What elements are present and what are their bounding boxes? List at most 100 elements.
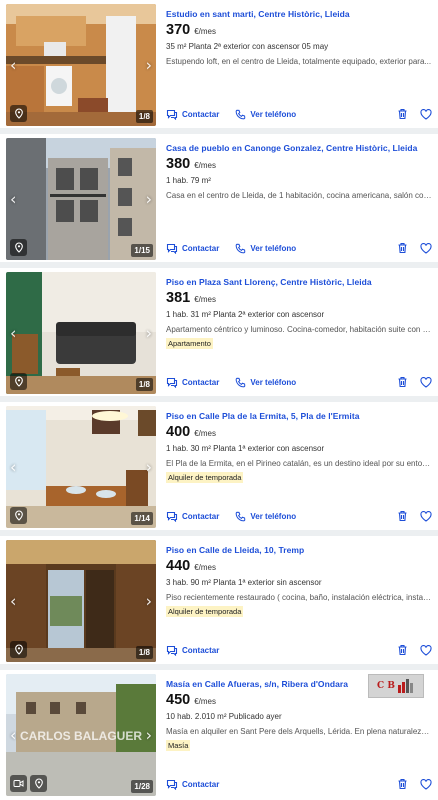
map-pin-icon[interactable]: [10, 641, 27, 658]
agency-logo[interactable]: C B: [368, 674, 424, 698]
trash-icon[interactable]: [397, 376, 408, 388]
video-icon[interactable]: [10, 775, 27, 792]
listing-card[interactable]: ‹ › 1/15 Casa de pueblo en Canonge Gonza…: [0, 134, 438, 262]
price-unit: €/mes: [194, 697, 216, 706]
chevron-right-icon[interactable]: ›: [146, 56, 152, 75]
contact-button[interactable]: Contactar: [166, 377, 219, 388]
listing-card[interactable]: CARLOS BALAGUER ‹ › 1/28 Masía en Calle …: [0, 670, 438, 800]
listing-feed: ‹ › 1/8 Estudio en sant marti, Centre Hi…: [0, 0, 438, 800]
listing-card[interactable]: ‹ › 1/8 Estudio en sant marti, Centre Hi…: [0, 0, 438, 128]
contact-button[interactable]: Contactar: [166, 109, 219, 120]
view-phone-button[interactable]: Ver teléfono: [235, 109, 296, 120]
trash-icon[interactable]: [397, 510, 408, 522]
heart-icon[interactable]: [420, 108, 432, 120]
contact-label: Contactar: [182, 511, 220, 521]
photo-counter: 1/28: [131, 780, 153, 793]
rental-type-tag: Alquiler de temporada: [166, 472, 244, 483]
heart-icon[interactable]: [420, 778, 432, 790]
listing-features: 35 m² Planta 2ª exterior con ascensor 05…: [166, 42, 329, 51]
phone-icon: [236, 109, 246, 119]
contact-button[interactable]: Contactar: [166, 645, 219, 656]
listing-photo[interactable]: ‹ › 1/8: [6, 540, 156, 662]
price-unit: €/mes: [194, 295, 216, 304]
map-pin-icon[interactable]: [10, 373, 27, 390]
contact-label: Contactar: [182, 377, 220, 387]
map-pin-icon[interactable]: [10, 507, 27, 524]
listing-title[interactable]: Casa de pueblo en Canonge Gonzalez, Cent…: [166, 143, 432, 153]
listing-features: 1 hab. 30 m² Planta 1ª exterior con asce…: [166, 444, 325, 453]
contact-button[interactable]: Contactar: [166, 511, 219, 522]
listing-card[interactable]: ‹ › 1/8 Piso en Calle de Lleida, 10, Tre…: [0, 536, 438, 664]
contact-label: Contactar: [182, 779, 220, 789]
view-phone-button[interactable]: Ver teléfono: [235, 511, 296, 522]
price-unit: €/mes: [194, 563, 216, 572]
phone-icon: [236, 511, 246, 521]
listing-description[interactable]: Estupendo loft, en el centro de Lleida, …: [166, 57, 432, 66]
chevron-left-icon[interactable]: ‹: [10, 458, 16, 477]
property-type-tag: Masía: [166, 740, 191, 751]
contact-label: Contactar: [182, 109, 220, 119]
listing-title[interactable]: Piso en Plaza Sant Llorenç, Centre Histò…: [166, 277, 432, 287]
map-pin-icon[interactable]: [10, 105, 27, 122]
trash-icon[interactable]: [397, 108, 408, 120]
listing-description[interactable]: Masía en alquiler en Sant Pere dels Arqu…: [166, 727, 432, 736]
price-unit: €/mes: [194, 161, 216, 170]
heart-icon[interactable]: [420, 376, 432, 388]
phone-label: Ver teléfono: [250, 109, 297, 119]
listing-card[interactable]: ‹ › 1/8 Piso en Plaza Sant Llorenç, Cent…: [0, 268, 438, 396]
listing-photo[interactable]: ‹ › 1/14: [6, 406, 156, 528]
heart-icon[interactable]: [420, 644, 432, 656]
property-type-tag: Apartamento: [166, 338, 213, 349]
phone-label: Ver teléfono: [250, 377, 297, 387]
heart-icon[interactable]: [420, 242, 432, 254]
chevron-left-icon[interactable]: ‹: [10, 56, 16, 75]
listing-title[interactable]: Piso en Calle Pla de la Ermita, 5, Pla d…: [166, 411, 432, 421]
price-unit: €/mes: [194, 27, 216, 36]
photo-counter: 1/15: [131, 244, 153, 257]
heart-icon[interactable]: [420, 510, 432, 522]
chat-icon: [166, 109, 178, 120]
listing-price: 380: [166, 156, 191, 172]
view-phone-button[interactable]: Ver teléfono: [235, 377, 296, 388]
trash-icon[interactable]: [397, 242, 408, 254]
listing-photo[interactable]: ‹ › 1/8: [6, 4, 156, 126]
price-unit: €/mes: [194, 429, 216, 438]
listing-description[interactable]: Apartamento céntrico y luminoso. Cocina-…: [166, 325, 432, 334]
contact-button[interactable]: Contactar: [166, 243, 219, 254]
view-phone-button[interactable]: Ver teléfono: [235, 243, 296, 254]
phone-label: Ver teléfono: [250, 511, 297, 521]
listing-features: 3 hab. 90 m² Planta 1ª exterior sin asce…: [166, 578, 322, 587]
listing-card[interactable]: ‹ › 1/14 Piso en Calle Pla de la Ermita,…: [0, 402, 438, 530]
chevron-right-icon[interactable]: ›: [146, 458, 152, 477]
listing-photo[interactable]: CARLOS BALAGUER ‹ › 1/28: [6, 674, 156, 796]
map-pin-icon[interactable]: [30, 775, 47, 792]
phone-label: Ver teléfono: [250, 243, 297, 253]
listing-price: 381: [166, 290, 191, 306]
chevron-left-icon[interactable]: ‹: [10, 324, 16, 343]
chevron-left-icon[interactable]: ‹: [10, 592, 16, 611]
rental-type-tag: Alquiler de temporada: [166, 606, 244, 617]
listing-description[interactable]: Casa en el centro de Lleida, de 1 habita…: [166, 191, 432, 200]
listing-title[interactable]: Piso en Calle de Lleida, 10, Tremp: [166, 545, 432, 555]
map-pin-icon[interactable]: [10, 239, 27, 256]
trash-icon[interactable]: [397, 778, 408, 790]
chat-icon: [166, 645, 178, 656]
listing-features: 1 hab. 31 m² Planta 2ª exterior con asce…: [166, 310, 325, 319]
trash-icon[interactable]: [397, 644, 408, 656]
listing-description[interactable]: El Pla de la Ermita, en el Pirineo catal…: [166, 459, 432, 468]
chevron-right-icon[interactable]: ›: [146, 324, 152, 343]
listing-features: 1 hab. 79 m²: [166, 176, 211, 185]
listing-description[interactable]: Piso recientemente restaurado ( cocina, …: [166, 593, 432, 602]
chevron-right-icon[interactable]: ›: [146, 592, 152, 611]
listing-photo[interactable]: ‹ › 1/15: [6, 138, 156, 260]
listing-title[interactable]: Masía en Calle Afueras, s/n, Ribera d'On…: [166, 679, 362, 689]
contact-button[interactable]: Contactar: [166, 779, 219, 790]
chevron-left-icon[interactable]: ‹: [10, 726, 16, 745]
photo-counter: 1/14: [131, 512, 153, 525]
listing-title[interactable]: Estudio en sant marti, Centre Històric, …: [166, 9, 432, 19]
chevron-right-icon[interactable]: ›: [146, 726, 152, 745]
listing-features: 10 hab. 2.010 m² Publicado ayer: [166, 712, 282, 721]
listing-photo[interactable]: ‹ › 1/8: [6, 272, 156, 394]
chevron-left-icon[interactable]: ‹: [10, 190, 16, 209]
chevron-right-icon[interactable]: ›: [146, 190, 152, 209]
